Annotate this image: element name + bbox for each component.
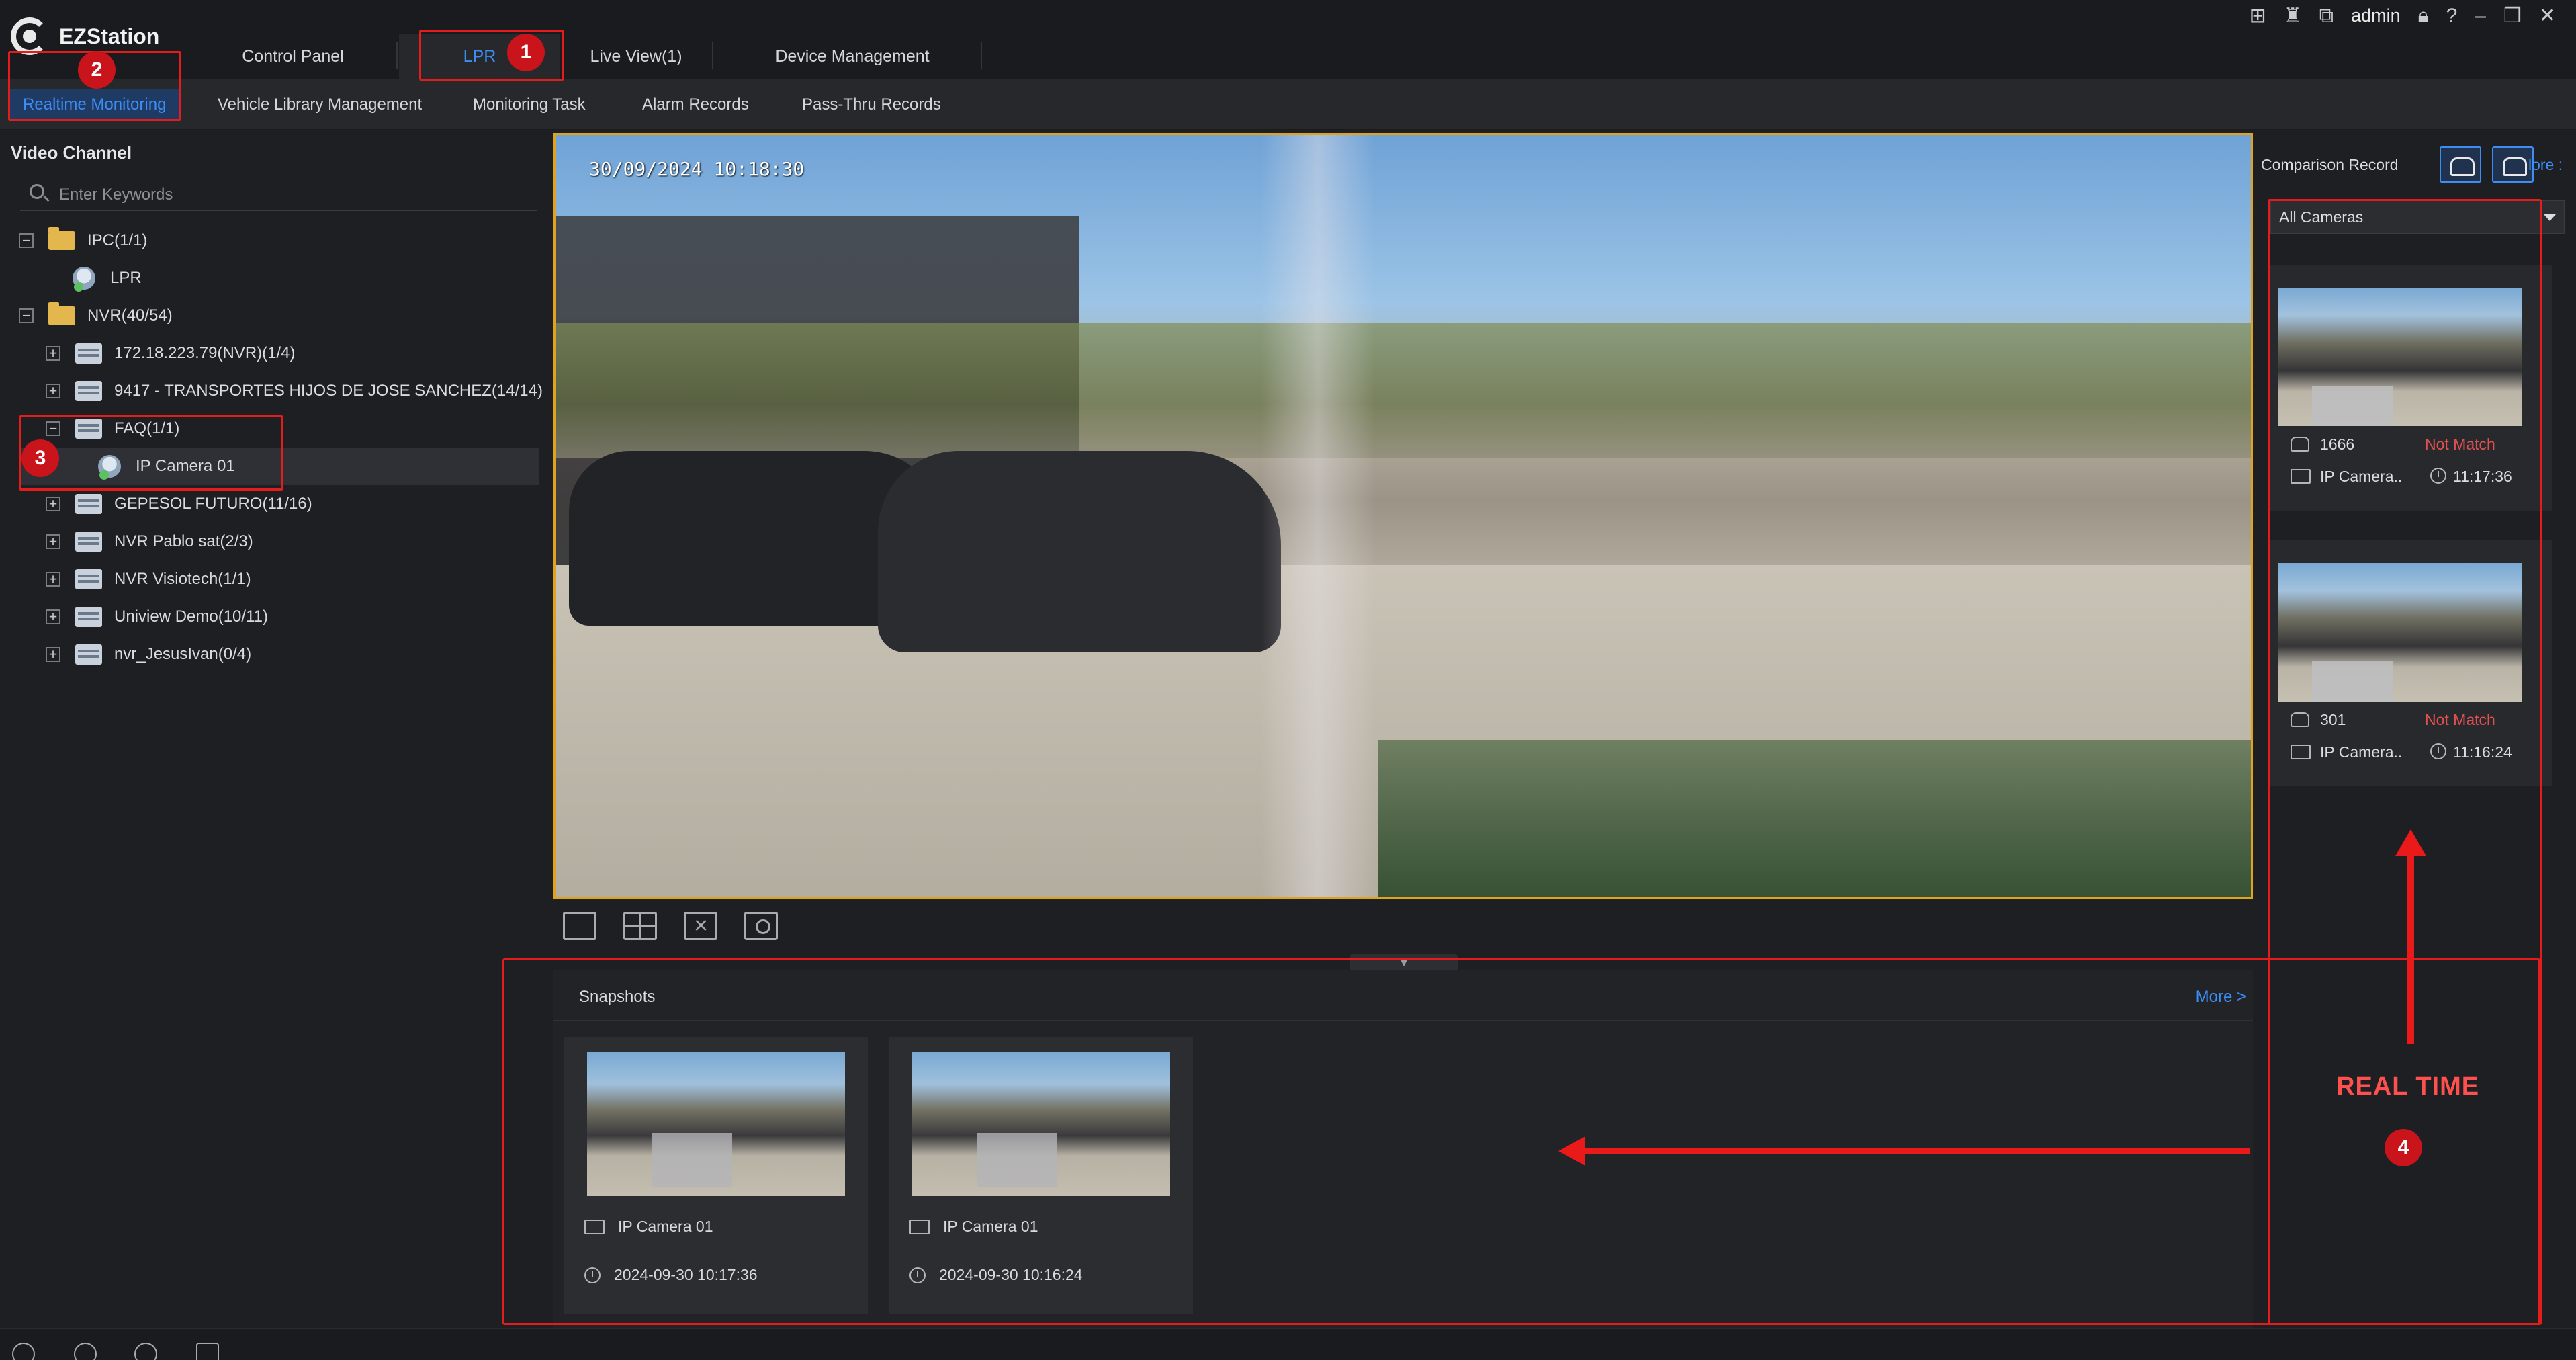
- annotation-number: 3: [21, 439, 59, 477]
- tree-node-label: nvr_JesusIvan(0/4): [114, 645, 252, 663]
- collapse-toggle-icon[interactable]: −: [19, 308, 34, 323]
- video-timestamp: 30/09/2024 10:18:30: [589, 158, 805, 180]
- folder-icon: [48, 227, 75, 250]
- four-window-layout-icon[interactable]: [623, 912, 657, 940]
- expand-toggle-icon[interactable]: +: [46, 609, 60, 624]
- expand-toggle-icon[interactable]: +: [46, 572, 60, 587]
- subtab-monitoring-task[interactable]: Monitoring Task: [459, 89, 599, 121]
- nvr-device-icon: [75, 343, 102, 364]
- status-bar: [0, 1328, 2576, 1360]
- grid-menu-icon[interactable]: ⊞: [2250, 4, 2266, 28]
- tab-live-view[interactable]: Live View(1): [563, 34, 709, 79]
- subtab-pass-thru-records[interactable]: Pass-Thru Records: [789, 89, 954, 121]
- video-scene-car: [878, 451, 1281, 652]
- tree-node-label: NVR Pablo sat(2/3): [114, 532, 253, 550]
- camera-online-icon: [73, 267, 95, 292]
- tree-node-label: LPR: [110, 269, 142, 287]
- video-scene-trees: [556, 323, 2251, 458]
- expand-toggle-icon[interactable]: +: [46, 384, 60, 398]
- real-time-label: REAL TIME: [2336, 1072, 2480, 1101]
- tree-node-nvr[interactable]: − NVR(40/54): [19, 297, 173, 335]
- folder-icon: [48, 302, 75, 325]
- minimize-icon[interactable]: –: [2475, 5, 2486, 28]
- tab-control-panel[interactable]: Control Panel: [192, 34, 394, 79]
- expand-toggle-icon[interactable]: +: [46, 534, 60, 549]
- annotation-arrow-left: [1558, 1136, 2250, 1166]
- nvr-device-icon: [75, 607, 102, 627]
- expand-toggle-icon[interactable]: +: [46, 647, 60, 662]
- clipboard-icon[interactable]: [196, 1343, 219, 1360]
- brand: EZStation: [11, 17, 159, 55]
- video-scene-glare: [1261, 135, 1375, 897]
- layout-icon[interactable]: ⧉: [2319, 5, 2334, 28]
- lock-icon[interactable]: 🔒︎: [2418, 5, 2429, 28]
- tree-node-device[interactable]: + GEPESOL FUTURO(11/16): [46, 485, 312, 523]
- tree-node-ipc[interactable]: − IPC(1/1): [19, 222, 147, 259]
- nvr-device-icon: [75, 381, 102, 401]
- tab-separator: [712, 42, 713, 69]
- close-all-windows-icon[interactable]: [684, 911, 717, 940]
- annotation-number: 4: [2385, 1129, 2422, 1166]
- nvr-device-icon: [75, 532, 102, 552]
- system-toolbar: ⊞ ♜ ⧉ admin 🔒︎ ? – ❐ ✕: [2250, 4, 2556, 28]
- help-icon[interactable]: ?: [2446, 5, 2458, 28]
- annotation-number: 2: [78, 51, 116, 89]
- live-video-window[interactable]: 30/09/2024 10:18:30: [553, 133, 2253, 899]
- nvr-device-icon: [75, 494, 102, 514]
- nvr-device-icon: [75, 569, 102, 589]
- video-scene-flowers: [1378, 740, 2251, 897]
- tree-node-lpr[interactable]: LPR: [73, 259, 142, 297]
- vehicle-match-icon[interactable]: [2492, 146, 2534, 183]
- search-icon: [30, 184, 44, 199]
- expand-toggle-icon[interactable]: +: [46, 497, 60, 511]
- tab-separator: [981, 42, 982, 69]
- annotation-number: 1: [507, 34, 545, 71]
- username[interactable]: admin: [2351, 5, 2401, 26]
- tree-node-device[interactable]: + 172.18.223.79(NVR)(1/4): [46, 335, 295, 372]
- tree-node-label: NVR Visiotech(1/1): [114, 570, 251, 588]
- tree-node-device[interactable]: + nvr_JesusIvan(0/4): [46, 636, 251, 673]
- tree-node-label: NVR(40/54): [87, 306, 173, 325]
- restore-icon[interactable]: ❐: [2503, 4, 2522, 28]
- nvr-device-icon: [75, 644, 102, 665]
- expand-toggle-icon[interactable]: +: [46, 346, 60, 361]
- collapse-toggle-icon[interactable]: −: [19, 233, 34, 248]
- vehicle-filter-icon[interactable]: [2440, 146, 2481, 183]
- channel-search: [20, 180, 537, 211]
- tree-node-device[interactable]: + 9417 - TRANSPORTES HIJOS DE JOSE SANCH…: [46, 372, 543, 410]
- tree-node-label: 9417 - TRANSPORTES HIJOS DE JOSE SANCHEZ…: [114, 382, 543, 400]
- video-toolbar: [553, 906, 778, 946]
- app-name: EZStation: [59, 24, 160, 48]
- subtab-alarm-records[interactable]: Alarm Records: [629, 89, 762, 121]
- tree-node-device[interactable]: + Uniview Demo(10/11): [46, 598, 268, 636]
- tree-node-label: Uniview Demo(10/11): [114, 607, 268, 626]
- ezstation-logo-icon: [11, 17, 48, 55]
- snapshot-camera-icon[interactable]: [744, 912, 778, 940]
- alarm-icon[interactable]: [12, 1343, 35, 1360]
- tab-separator: [396, 42, 398, 69]
- tree-node-device[interactable]: + NVR Visiotech(1/1): [46, 560, 251, 598]
- tree-node-label: IPC(1/1): [87, 231, 148, 249]
- single-window-layout-icon[interactable]: [563, 912, 596, 940]
- comparison-more-link[interactable]: lore :: [2528, 156, 2563, 174]
- skin-shirt-icon[interactable]: ♜: [2284, 4, 2302, 28]
- tab-device-management[interactable]: Device Management: [715, 34, 990, 79]
- annotation-arrow-up: [2395, 829, 2426, 1044]
- subtab-vehicle-library[interactable]: Vehicle Library Management: [204, 89, 435, 121]
- tree-node-label: 172.18.223.79(NVR)(1/4): [114, 344, 296, 362]
- top-bar: EZStation Control Panel LPR Live View(1)…: [0, 0, 2576, 79]
- tree-node-device[interactable]: + NVR Pablo sat(2/3): [46, 523, 253, 560]
- upload-icon[interactable]: [74, 1343, 97, 1360]
- annotation-box-snapshots: [502, 958, 2540, 1325]
- comparison-record-title: Comparison Record: [2261, 156, 2399, 173]
- video-channel-panel: Video Channel − IPC(1/1) LPR − NVR(40/54…: [0, 132, 543, 1328]
- close-icon[interactable]: ✕: [2539, 4, 2556, 28]
- video-channel-title: Video Channel: [11, 142, 132, 163]
- download-icon[interactable]: [134, 1343, 157, 1360]
- tree-node-label: GEPESOL FUTURO(11/16): [114, 495, 312, 513]
- search-input[interactable]: [59, 180, 529, 210]
- sub-tab-bar: Realtime Monitoring Vehicle Library Mana…: [0, 79, 2576, 130]
